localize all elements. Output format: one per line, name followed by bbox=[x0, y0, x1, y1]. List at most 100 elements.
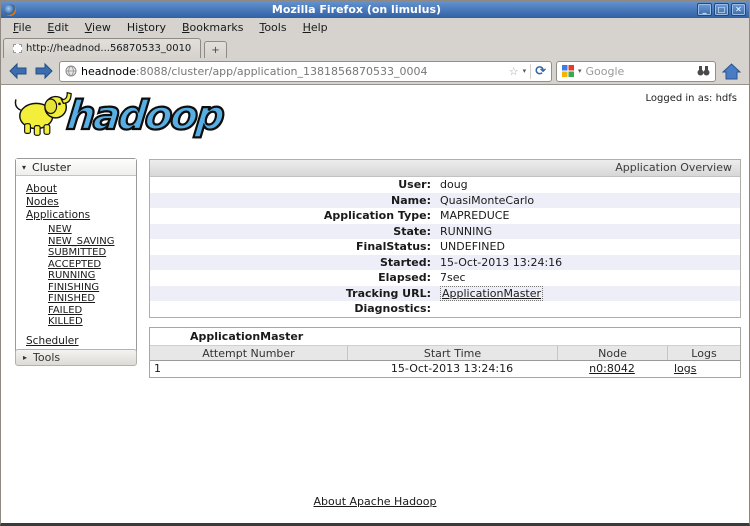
field-label: State: bbox=[150, 225, 437, 238]
logs-link[interactable]: logs bbox=[674, 362, 697, 375]
menu-help[interactable]: Help bbox=[295, 19, 336, 36]
sidebar-item-nodes[interactable]: Nodes bbox=[26, 196, 134, 209]
field-label: Started: bbox=[150, 256, 437, 269]
field-value: 15-Oct-2013 13:24:16 bbox=[437, 256, 562, 269]
close-button[interactable]: ✕ bbox=[731, 3, 746, 16]
sidebar-item-finishing[interactable]: FINISHING bbox=[48, 282, 134, 294]
overview-row-state: State:RUNNING bbox=[150, 224, 740, 240]
bookmark-star-icon[interactable]: ☆ bbox=[509, 65, 519, 78]
cluster-section-label: Cluster bbox=[32, 161, 71, 174]
url-text: headnode:8088/cluster/app/application_13… bbox=[81, 65, 428, 78]
page-footer: About Apache Hadoop bbox=[1, 495, 749, 508]
hadoop-logo: hadoop bbox=[13, 89, 223, 139]
sidebar-section-tools[interactable]: ▸ Tools bbox=[15, 349, 137, 366]
back-arrow-icon bbox=[7, 61, 29, 81]
attempt-number-cell: 1 bbox=[150, 361, 347, 377]
field-label: Tracking URL: bbox=[150, 287, 437, 300]
forward-arrow-icon bbox=[33, 61, 55, 81]
forward-button[interactable] bbox=[33, 61, 55, 81]
sidebar-item-killed[interactable]: KILLED bbox=[48, 316, 134, 328]
sidebar-item-applications[interactable]: Applications bbox=[26, 209, 134, 222]
menu-tools[interactable]: Tools bbox=[251, 19, 294, 36]
overview-rows: User:doug Name:QuasiMonteCarlo Applicati… bbox=[150, 177, 740, 317]
table-title: ApplicationMaster bbox=[150, 328, 740, 345]
sidebar-item-new-saving[interactable]: NEW_SAVING bbox=[48, 236, 134, 248]
column-header-start-time: Start Time bbox=[347, 346, 557, 360]
chevron-down-icon: ▾ bbox=[22, 163, 26, 172]
globe-icon bbox=[65, 65, 77, 77]
logged-in-status: Logged in as: hdfs bbox=[646, 93, 737, 104]
page-content: Logged in as: hdfs hadoop ▾ Cluster bbox=[1, 85, 749, 523]
application-master-table: ApplicationMaster Attempt Number Start T… bbox=[149, 327, 741, 378]
sidebar-item-failed[interactable]: FAILED bbox=[48, 305, 134, 317]
tools-section-label: Tools bbox=[33, 351, 60, 364]
sidebar-item-running[interactable]: RUNNING bbox=[48, 270, 134, 282]
binoculars-search-icon[interactable] bbox=[697, 66, 710, 76]
sidebar-item-finished[interactable]: FINISHED bbox=[48, 293, 134, 305]
application-overview-panel: Application Overview User:doug Name:Quas… bbox=[149, 159, 741, 318]
about-apache-hadoop-link[interactable]: About Apache Hadoop bbox=[314, 495, 437, 508]
column-header-node: Node bbox=[557, 346, 667, 360]
overview-row-started: Started:15-Oct-2013 13:24:16 bbox=[150, 255, 740, 271]
overview-row-diagnostics: Diagnostics: bbox=[150, 301, 740, 317]
window-title: Mozilla Firefox (on limulus) bbox=[16, 1, 697, 18]
title-bar[interactable]: Mozilla Firefox (on limulus) _ □ ✕ bbox=[1, 1, 749, 18]
plus-icon: + bbox=[211, 45, 219, 56]
tracking-url-link[interactable]: ApplicationMaster bbox=[440, 286, 543, 301]
page-favicon-icon bbox=[13, 44, 22, 53]
field-value: 7sec bbox=[437, 271, 466, 284]
main-column: Application Overview User:doug Name:Quas… bbox=[149, 159, 741, 378]
minimize-button[interactable]: _ bbox=[697, 3, 712, 16]
tab-active[interactable]: http://headnod...56870533_0010 bbox=[3, 38, 201, 58]
panel-title: Application Overview bbox=[150, 160, 740, 177]
table-header-row: Attempt Number Start Time Node Logs bbox=[150, 345, 740, 361]
home-button[interactable] bbox=[720, 63, 743, 80]
search-engine-dropdown-icon[interactable]: ▾ bbox=[578, 67, 582, 75]
back-button[interactable] bbox=[7, 61, 29, 81]
menu-edit[interactable]: Edit bbox=[39, 19, 76, 36]
sidebar-section-cluster[interactable]: ▾ Cluster bbox=[16, 159, 136, 176]
start-time-cell: 15-Oct-2013 13:24:16 bbox=[347, 361, 557, 377]
tab-bar: http://headnod...56870533_0010 + bbox=[1, 37, 749, 58]
hadoop-wordmark: hadoop bbox=[65, 93, 226, 139]
urlbar-dropdown-icon[interactable]: ▾ bbox=[523, 67, 527, 75]
reload-button[interactable]: ⟳ bbox=[530, 64, 546, 79]
field-value: UNDEFINED bbox=[437, 240, 505, 253]
menu-view[interactable]: View bbox=[77, 19, 119, 36]
firefox-window: Mozilla Firefox (on limulus) _ □ ✕ File … bbox=[0, 0, 750, 526]
new-tab-button[interactable]: + bbox=[204, 41, 226, 58]
field-value: RUNNING bbox=[437, 225, 492, 238]
field-value: MAPREDUCE bbox=[437, 209, 509, 222]
field-label: User: bbox=[150, 178, 437, 191]
google-icon bbox=[562, 65, 574, 77]
menu-history[interactable]: History bbox=[119, 19, 174, 36]
overview-row-elapsed: Elapsed:7sec bbox=[150, 270, 740, 286]
node-link[interactable]: n0:8042 bbox=[589, 362, 635, 375]
sidebar-item-about[interactable]: About bbox=[26, 183, 134, 196]
overview-row-tracking-url: Tracking URL:ApplicationMaster bbox=[150, 286, 740, 302]
menu-file[interactable]: File bbox=[5, 19, 39, 36]
column-header-logs: Logs bbox=[667, 346, 740, 360]
field-label: Elapsed: bbox=[150, 271, 437, 284]
search-input[interactable]: Google bbox=[586, 65, 693, 78]
overview-row-finalstatus: FinalStatus:UNDEFINED bbox=[150, 239, 740, 255]
menu-bookmarks[interactable]: Bookmarks bbox=[174, 19, 251, 36]
overview-row-application-type: Application Type:MAPREDUCE bbox=[150, 208, 740, 224]
field-value: QuasiMonteCarlo bbox=[437, 194, 534, 207]
sidebar-item-submitted[interactable]: SUBMITTED bbox=[48, 247, 134, 259]
sidebar-item-new[interactable]: NEW bbox=[48, 224, 134, 236]
sidebar-item-scheduler[interactable]: Scheduler bbox=[26, 335, 79, 348]
field-label: Application Type: bbox=[150, 209, 437, 222]
field-label: Diagnostics: bbox=[150, 302, 437, 315]
search-bar[interactable]: ▾ Google bbox=[556, 61, 716, 82]
sidebar-nav: ▾ Cluster About Nodes Applications NEW N… bbox=[15, 158, 137, 358]
firefox-icon bbox=[4, 4, 16, 16]
maximize-button[interactable]: □ bbox=[714, 3, 729, 16]
overview-row-user: User:doug bbox=[150, 177, 740, 193]
tab-title: http://headnod...56870533_0010 bbox=[26, 43, 191, 54]
sidebar-item-accepted[interactable]: ACCEPTED bbox=[48, 259, 134, 271]
field-label: FinalStatus: bbox=[150, 240, 437, 253]
url-bar[interactable]: headnode:8088/cluster/app/application_13… bbox=[59, 61, 552, 82]
field-label: Name: bbox=[150, 194, 437, 207]
menu-bar: File Edit View History Bookmarks Tools H… bbox=[1, 18, 749, 37]
